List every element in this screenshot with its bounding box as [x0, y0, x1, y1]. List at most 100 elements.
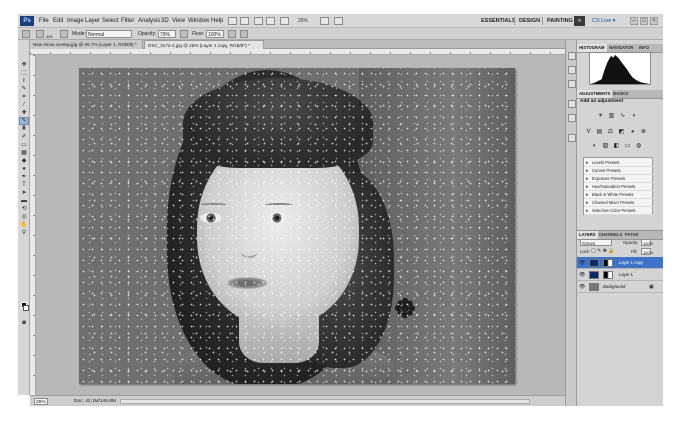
paragraph-panel-icon[interactable]: [568, 134, 576, 142]
brush-tool-icon[interactable]: ✎: [19, 117, 29, 125]
3d-rotate-tool-icon[interactable]: ⟲: [20, 206, 28, 212]
layer-opacity-input[interactable]: 100%: [641, 239, 653, 246]
workspace-design[interactable]: DESIGN: [516, 14, 543, 28]
clone-source-panel-icon[interactable]: [568, 100, 576, 108]
visibility-eye-icon[interactable]: 👁: [579, 260, 585, 266]
maximize-button[interactable]: □: [640, 17, 648, 25]
layer-mask-thumbnail[interactable]: [603, 259, 613, 267]
pressure-size-icon[interactable]: [240, 30, 248, 38]
hue-saturation-icon[interactable]: ▤: [596, 129, 603, 136]
document-canvas[interactable]: [79, 68, 515, 384]
photo-filter-icon[interactable]: ◕: [629, 129, 636, 136]
brush-panel-icon[interactable]: [568, 80, 576, 88]
healing-brush-tool-icon[interactable]: ✚: [20, 110, 28, 116]
curves-icon[interactable]: ∿: [619, 113, 626, 120]
vibrance-icon[interactable]: V: [585, 129, 592, 136]
tab-paths[interactable]: PATHS: [623, 231, 641, 239]
path-selection-tool-icon[interactable]: ➤: [20, 190, 28, 196]
preset-hue-saturation[interactable]: Hue/Saturation Presets: [584, 183, 653, 191]
color-balance-icon[interactable]: ⚖: [607, 129, 614, 136]
blend-mode-select[interactable]: Screen: [580, 239, 612, 246]
threshold-icon[interactable]: ◧: [613, 143, 620, 150]
tab-info[interactable]: INFO: [637, 44, 651, 52]
tool-preset-icon[interactable]: [22, 30, 30, 38]
layer-mask-thumbnail[interactable]: [603, 271, 613, 279]
pen-tool-icon[interactable]: ✒: [20, 174, 28, 180]
preset-channel-mixer[interactable]: Channel Mixer Presets: [584, 199, 653, 207]
gradient-tool-icon[interactable]: ▦: [20, 150, 28, 156]
3d-orbit-tool-icon[interactable]: ◎: [20, 214, 28, 220]
minimize-button[interactable]: –: [630, 17, 638, 25]
arrange-icon[interactable]: [334, 17, 343, 25]
quick-mask-icon[interactable]: ◙: [20, 320, 28, 326]
eraser-tool-icon[interactable]: ▭: [20, 142, 28, 148]
preset-selective-color[interactable]: Selective Color Presets: [584, 207, 653, 215]
type-tool-icon[interactable]: T: [20, 182, 28, 188]
dodge-tool-icon[interactable]: ●: [20, 166, 28, 172]
close-button[interactable]: ×: [650, 17, 658, 25]
tab-adjustments[interactable]: ADJUSTMENTS: [577, 90, 613, 98]
brightness-icon[interactable]: ☀: [597, 113, 604, 120]
tab-snow-overlay[interactable]: New snow overlay.jpg @ 66.7% (Layer 1, R…: [30, 40, 143, 49]
preset-levels[interactable]: Levels Presets: [584, 159, 653, 167]
layer-row-background[interactable]: 👁 Background ▣: [577, 281, 663, 293]
fill-input[interactable]: 100%: [641, 248, 653, 255]
hand-tool-icon[interactable]: ✋: [20, 222, 28, 228]
airbrush-icon[interactable]: [228, 30, 236, 38]
black-white-icon[interactable]: ◩: [618, 129, 625, 136]
selective-color-icon[interactable]: ◍: [635, 143, 642, 150]
background-color-swatch[interactable]: [23, 305, 29, 311]
channel-mixer-icon[interactable]: ⊗: [640, 129, 647, 136]
lock-icons[interactable]: ▢ ✎ ✥ 🔒: [591, 248, 615, 254]
horizontal-scrollbar[interactable]: [120, 399, 530, 404]
tab-dsc-3172[interactable]: DSC_3172-2.jpg @ 25% (Layer 1 copy, RGB/…: [144, 40, 264, 49]
move-tool-icon[interactable]: ✥: [20, 62, 28, 68]
zoom-level-select[interactable]: 25%: [298, 17, 318, 25]
tab-masks[interactable]: MASKS: [611, 90, 630, 98]
mode-select[interactable]: Normal: [86, 30, 132, 38]
cs-live-button[interactable]: CS Live ▾: [592, 14, 616, 28]
menu-window[interactable]: Window: [186, 14, 211, 28]
quick-selection-tool-icon[interactable]: ✎: [20, 86, 28, 92]
more-workspaces-button[interactable]: »: [574, 16, 585, 26]
view-extras-icon[interactable]: [254, 17, 263, 25]
bridge-icon[interactable]: [228, 17, 237, 25]
menu-select[interactable]: Select: [100, 14, 121, 28]
screen-mode-icon[interactable]: [320, 17, 329, 25]
zoom-tool-icon[interactable]: [266, 17, 275, 25]
layer-name[interactable]: Layer 1: [619, 269, 633, 281]
visibility-eye-icon[interactable]: 👁: [579, 284, 585, 290]
tab-layers[interactable]: LAYERS: [577, 231, 598, 239]
arrange-documents-icon[interactable]: [280, 17, 289, 25]
menu-3d[interactable]: 3D: [159, 14, 171, 28]
eyedropper-tool-icon[interactable]: ⁄: [20, 102, 28, 108]
brush-preset-icon[interactable]: [36, 30, 44, 38]
mini-bridge-icon[interactable]: [240, 17, 249, 25]
tab-navigator[interactable]: NAVIGATOR: [607, 44, 635, 52]
history-brush-tool-icon[interactable]: ✐: [20, 134, 28, 140]
zoom-tool-icon[interactable]: ⚲: [20, 230, 28, 236]
menu-help[interactable]: Help: [209, 14, 225, 28]
tab-channels[interactable]: CHANNELS: [597, 231, 624, 239]
workspace-essentials[interactable]: ESSENTIALS: [478, 14, 519, 28]
menu-filter[interactable]: Filter: [119, 14, 136, 28]
crop-tool-icon[interactable]: ⌗: [20, 94, 28, 100]
shape-tool-icon[interactable]: ▬: [20, 198, 28, 204]
marquee-tool-icon[interactable]: ⬚: [20, 70, 28, 76]
opacity-input[interactable]: 79%: [158, 30, 176, 38]
menu-file[interactable]: File: [37, 14, 51, 28]
preset-exposure[interactable]: Exposure Presets: [584, 175, 653, 183]
workspace-painting[interactable]: PAINTING: [544, 14, 576, 28]
menu-edit[interactable]: Edit: [51, 14, 65, 28]
flow-input[interactable]: 100%: [206, 30, 224, 38]
history-panel-icon[interactable]: [568, 52, 576, 60]
brush-panel-icon[interactable]: [60, 30, 68, 38]
layer-name[interactable]: Layer 1 copy: [619, 257, 643, 269]
doc-size[interactable]: Doc: 42.1M/149.8M: [74, 396, 116, 407]
preset-black-white[interactable]: Black & White Presets: [584, 191, 653, 199]
status-zoom-input[interactable]: 25%: [34, 398, 48, 405]
tab-histogram[interactable]: HISTOGRAM: [577, 44, 607, 52]
levels-icon[interactable]: ▥: [608, 113, 615, 120]
visibility-eye-icon[interactable]: 👁: [579, 272, 585, 278]
layer-row-layer-1-copy[interactable]: 👁 Layer 1 copy: [577, 257, 663, 269]
